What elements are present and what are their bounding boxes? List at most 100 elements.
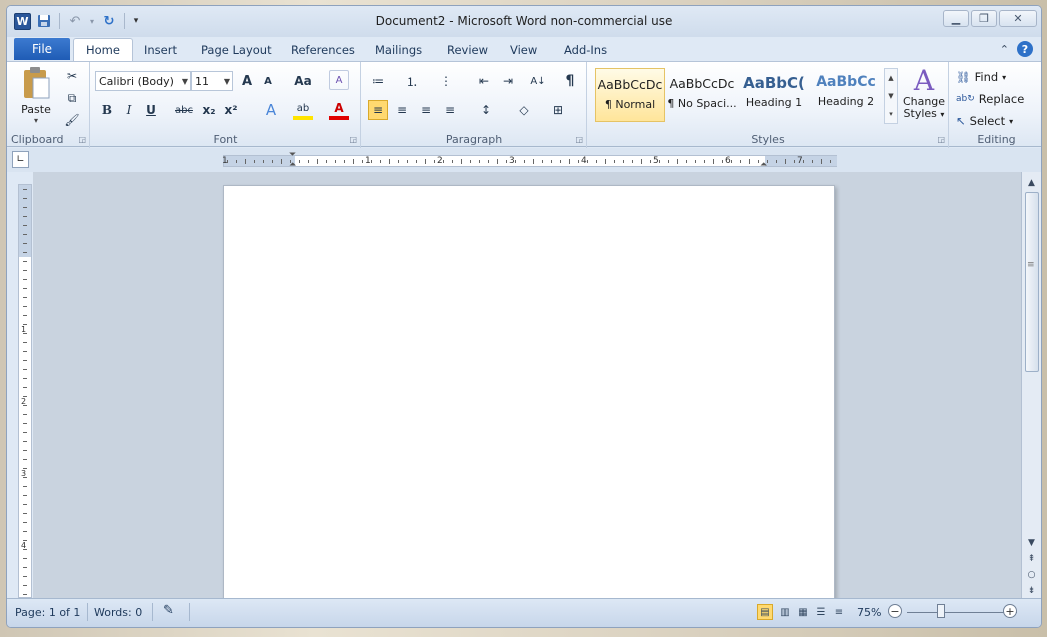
ruler-number: 4 bbox=[581, 156, 587, 166]
vruler-tick bbox=[23, 261, 27, 262]
zoom-slider-thumb[interactable] bbox=[937, 604, 945, 618]
group-paragraph: ≔ ⒈ ⋮ ⇤ ⇥ A↓ ¶ ≡ ≡ ≡ ≡ ↕ ◇ ⊞ Paragraph ◲ bbox=[362, 62, 587, 148]
justify-button[interactable]: ≡ bbox=[440, 100, 460, 120]
collapse-ribbon-icon[interactable]: ⌃ bbox=[1000, 43, 1009, 56]
ruler-number: 7 bbox=[797, 156, 803, 166]
clipboard-launcher-icon[interactable]: ◲ bbox=[78, 135, 86, 144]
draft-icon[interactable]: ≡ bbox=[831, 604, 847, 620]
zoom-out-button[interactable]: − bbox=[888, 604, 902, 618]
style-heading-2[interactable]: AaBbCc Heading 2 bbox=[811, 68, 881, 122]
align-center-button[interactable]: ≡ bbox=[392, 100, 412, 120]
next-page-icon[interactable]: ⇟ bbox=[1024, 584, 1039, 597]
zoom-level[interactable]: 75% bbox=[857, 606, 881, 619]
tab-mailings[interactable]: Mailings bbox=[367, 40, 430, 60]
decrease-indent-icon[interactable]: ⇤ bbox=[474, 71, 494, 91]
select-button[interactable]: ↖ Select ▾ bbox=[956, 114, 1013, 128]
chevron-up-icon[interactable]: ▲ bbox=[885, 69, 897, 87]
ruler-tick bbox=[812, 160, 813, 163]
horizontal-ruler[interactable]: 1 1 2 3 4 5 6 7 ⏷ ⏶ ⏶ bbox=[222, 150, 837, 170]
tab-insert[interactable]: Insert bbox=[136, 40, 185, 60]
outline-icon[interactable]: ☰ bbox=[813, 604, 829, 620]
numbering-icon[interactable]: ⒈ bbox=[402, 71, 422, 91]
help-icon[interactable]: ? bbox=[1017, 41, 1033, 57]
style-no-spacing[interactable]: AaBbCcDc ¶ No Spaci... bbox=[667, 68, 737, 122]
zoom-in-button[interactable]: + bbox=[1003, 604, 1017, 618]
strikethrough-button[interactable]: abc bbox=[171, 100, 197, 120]
grow-font-icon[interactable]: A bbox=[237, 71, 257, 91]
format-painter-icon[interactable]: 🖌 bbox=[62, 110, 82, 130]
print-layout-icon[interactable]: ▤ bbox=[757, 604, 773, 620]
page-count[interactable]: Page: 1 of 1 bbox=[15, 606, 80, 619]
shading-icon[interactable]: ◇ bbox=[514, 100, 534, 120]
align-left-button[interactable]: ≡ bbox=[368, 100, 388, 120]
increase-indent-icon[interactable]: ⇥ bbox=[498, 71, 518, 91]
close-button[interactable]: ✕ bbox=[999, 10, 1037, 27]
cut-icon[interactable]: ✂ bbox=[62, 66, 82, 86]
clear-formatting-icon[interactable]: A bbox=[329, 70, 349, 90]
tab-references[interactable]: References bbox=[283, 40, 363, 60]
scroll-down-icon[interactable]: ▼ bbox=[1024, 536, 1039, 549]
style-preview: AaBbC( bbox=[743, 74, 805, 92]
font-launcher-icon[interactable]: ◲ bbox=[349, 135, 357, 144]
first-line-indent-icon[interactable]: ⏷ bbox=[289, 150, 296, 160]
sort-icon[interactable]: A↓ bbox=[528, 71, 548, 91]
full-screen-reading-icon[interactable]: ▥ bbox=[777, 604, 793, 620]
change-case-icon[interactable]: Aa bbox=[289, 71, 317, 91]
tab-selector-icon[interactable]: ∟ bbox=[12, 151, 29, 168]
web-layout-icon[interactable]: ▦ bbox=[795, 604, 811, 620]
change-styles-button[interactable]: A Change Styles ▾ bbox=[902, 66, 946, 121]
multilevel-list-icon[interactable]: ⋮ bbox=[436, 71, 456, 91]
find-button[interactable]: ⛓ Find ▾ bbox=[956, 70, 1006, 84]
zoom-slider-track[interactable] bbox=[907, 612, 1017, 613]
text-effects-icon[interactable]: A bbox=[261, 100, 281, 120]
vertical-ruler[interactable]: 1 2 3 4 bbox=[18, 184, 32, 598]
tab-view[interactable]: View bbox=[502, 40, 545, 60]
styles-gallery-scroll[interactable]: ▲ ▼ ▾ bbox=[884, 68, 898, 124]
ruler-tick bbox=[740, 160, 741, 163]
chevron-down-icon[interactable]: ▼ bbox=[885, 87, 897, 105]
tab-file[interactable]: File bbox=[14, 38, 70, 60]
previous-page-icon[interactable]: ⇞ bbox=[1024, 552, 1039, 565]
align-right-button[interactable]: ≡ bbox=[416, 100, 436, 120]
underline-button[interactable]: U bbox=[141, 100, 161, 120]
shrink-font-icon[interactable]: A bbox=[258, 71, 278, 91]
vertical-scrollbar[interactable]: ▲ ≡ ▼ ⇞ ○ ⇟ bbox=[1021, 172, 1041, 600]
tab-home[interactable]: Home bbox=[73, 38, 133, 62]
ruler-tick bbox=[299, 160, 300, 163]
bold-button[interactable]: B bbox=[97, 100, 117, 120]
word-count[interactable]: Words: 0 bbox=[94, 606, 142, 619]
proofing-icon[interactable]: ✎ bbox=[163, 603, 174, 618]
font-name-dropdown[interactable]: Calibri (Body) ▼ bbox=[95, 71, 191, 91]
tab-add-ins[interactable]: Add-Ins bbox=[556, 40, 615, 60]
paragraph-launcher-icon[interactable]: ◲ bbox=[575, 135, 583, 144]
style-normal[interactable]: AaBbCcDc ¶ Normal bbox=[595, 68, 665, 122]
scrollbar-thumb[interactable] bbox=[1025, 192, 1039, 372]
font-size-dropdown[interactable]: 11 ▼ bbox=[191, 71, 233, 91]
style-heading-1[interactable]: AaBbC( Heading 1 bbox=[739, 68, 809, 122]
restore-button[interactable]: ❐ bbox=[971, 10, 997, 27]
bullets-icon[interactable]: ≔ bbox=[368, 71, 388, 91]
copy-icon[interactable]: ⧉ bbox=[62, 88, 82, 108]
subscript-button[interactable]: x₂ bbox=[199, 100, 219, 120]
superscript-button[interactable]: x² bbox=[221, 100, 241, 120]
line-spacing-icon[interactable]: ↕ bbox=[476, 100, 496, 120]
status-separator bbox=[87, 603, 88, 621]
more-styles-icon[interactable]: ▾ bbox=[885, 105, 897, 123]
vruler-tick bbox=[23, 198, 27, 199]
borders-icon[interactable]: ⊞ bbox=[548, 100, 568, 120]
scroll-up-icon[interactable]: ▲ bbox=[1024, 176, 1039, 189]
vruler-tick bbox=[23, 576, 27, 577]
tab-page-layout[interactable]: Page Layout bbox=[193, 40, 280, 60]
font-color-icon[interactable]: A bbox=[329, 100, 349, 120]
tab-review[interactable]: Review bbox=[439, 40, 496, 60]
paste-button[interactable]: Paste ▾ bbox=[17, 66, 55, 126]
show-formatting-icon[interactable]: ¶ bbox=[560, 71, 580, 91]
italic-button[interactable]: I bbox=[119, 100, 139, 120]
replace-button[interactable]: ab↻ Replace bbox=[956, 92, 1024, 106]
select-browse-object-icon[interactable]: ○ bbox=[1024, 568, 1039, 581]
document-page[interactable] bbox=[223, 185, 835, 600]
styles-launcher-icon[interactable]: ◲ bbox=[937, 135, 945, 144]
highlight-color-icon[interactable]: ab bbox=[293, 100, 313, 120]
word-window: W ↶ ▾ ↻ ▾ Document2 - Microsoft Word non… bbox=[6, 5, 1042, 628]
minimize-button[interactable]: ▁ bbox=[943, 10, 969, 27]
